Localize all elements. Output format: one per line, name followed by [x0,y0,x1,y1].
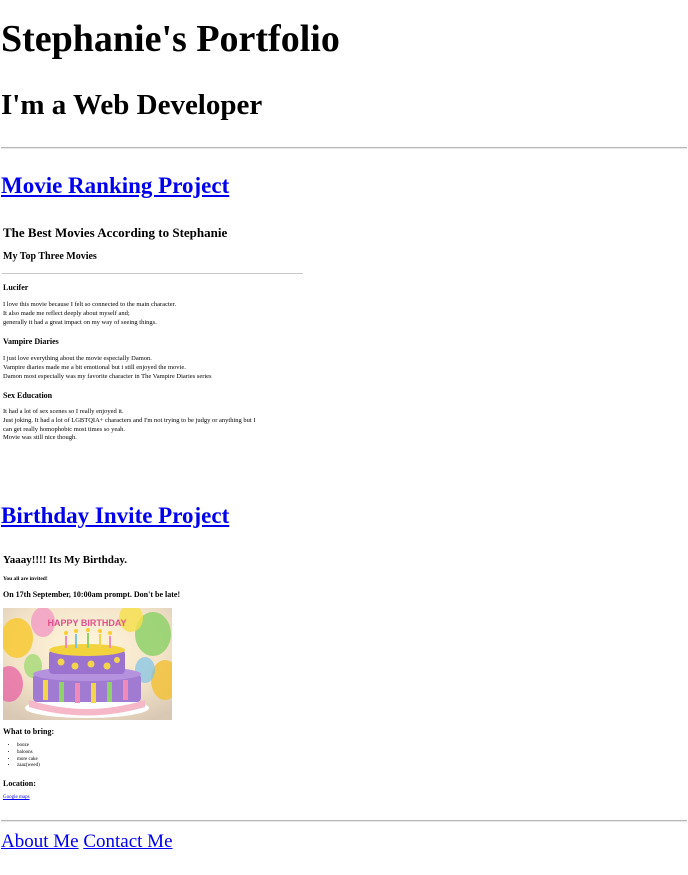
divider [1,820,687,822]
movie-description-line: Movie was still nice though. [3,434,77,441]
movie-description-line: Vampire diaries made me a bit emotional … [3,364,186,371]
birthday-invite-project-link[interactable]: Birthday Invite Project [1,502,229,530]
movie-subheading: My Top Three Movies [3,251,97,262]
movie-description-line: I love this movie because I felt so conn… [3,301,177,308]
birthday-cake-image: HAPPY BIRTHDAY [3,608,172,720]
movie-ranking-project-link[interactable]: Movie Ranking Project [1,172,229,200]
birthday-invited-text: You all are invited! [3,576,48,582]
movie-description-line: I just love everything about the movie e… [3,355,152,362]
list-item: baloons [17,750,40,757]
movie-heading: The Best Movies According to Stephanie [3,225,228,240]
movie-description-line: Damon most especially was my favorite ch… [3,373,212,380]
page-subtitle: I'm a Web Developer [1,89,263,121]
birthday-date-text: On 17th September, 10:00am prompt. Don't… [3,590,181,599]
cake-topper-text: HAPPY BIRTHDAY [47,618,126,628]
birthday-invite-preview: Yaaay!!!! Its My Birthday. You all are i… [1,550,321,810]
google-maps-link[interactable]: Google maps [3,795,30,800]
birthday-heading: Yaaay!!!! Its My Birthday. [3,554,128,566]
movie-description-line: It also made me reflect deeply about mys… [3,310,130,317]
portfolio-page: Stephanie's Portfolio I'm a Web Develope… [0,0,688,875]
list-item: zaaz(weed) [17,763,40,770]
list-item: booze [17,743,40,750]
movie-divider [2,273,303,274]
movie-description-line: Just joking. It had a lot of LGBTQIA+ ch… [3,417,256,424]
location-heading: Location: [3,779,36,788]
divider [1,147,687,149]
what-to-bring-heading: What to bring: [3,727,55,736]
movie-description-line: generally it had a great impact on my wa… [3,319,157,326]
movie-description-line: It had a lot of sex scenes so I really e… [3,408,124,415]
list-item: more cake [17,757,40,764]
movie-title: Lucifer [3,283,29,292]
about-me-link[interactable]: About Me [1,831,79,852]
bring-list: booze baloons more cake zaaz(weed) [3,743,40,770]
movie-title: Vampire Diaries [3,337,59,346]
movie-title: Sex Education [3,391,53,400]
footer-nav: About Me Contact Me [1,830,173,854]
movie-ranking-preview: The Best Movies According to Stephanie M… [1,220,321,460]
page-title: Stephanie's Portfolio [1,18,340,60]
contact-me-link[interactable]: Contact Me [83,831,172,852]
